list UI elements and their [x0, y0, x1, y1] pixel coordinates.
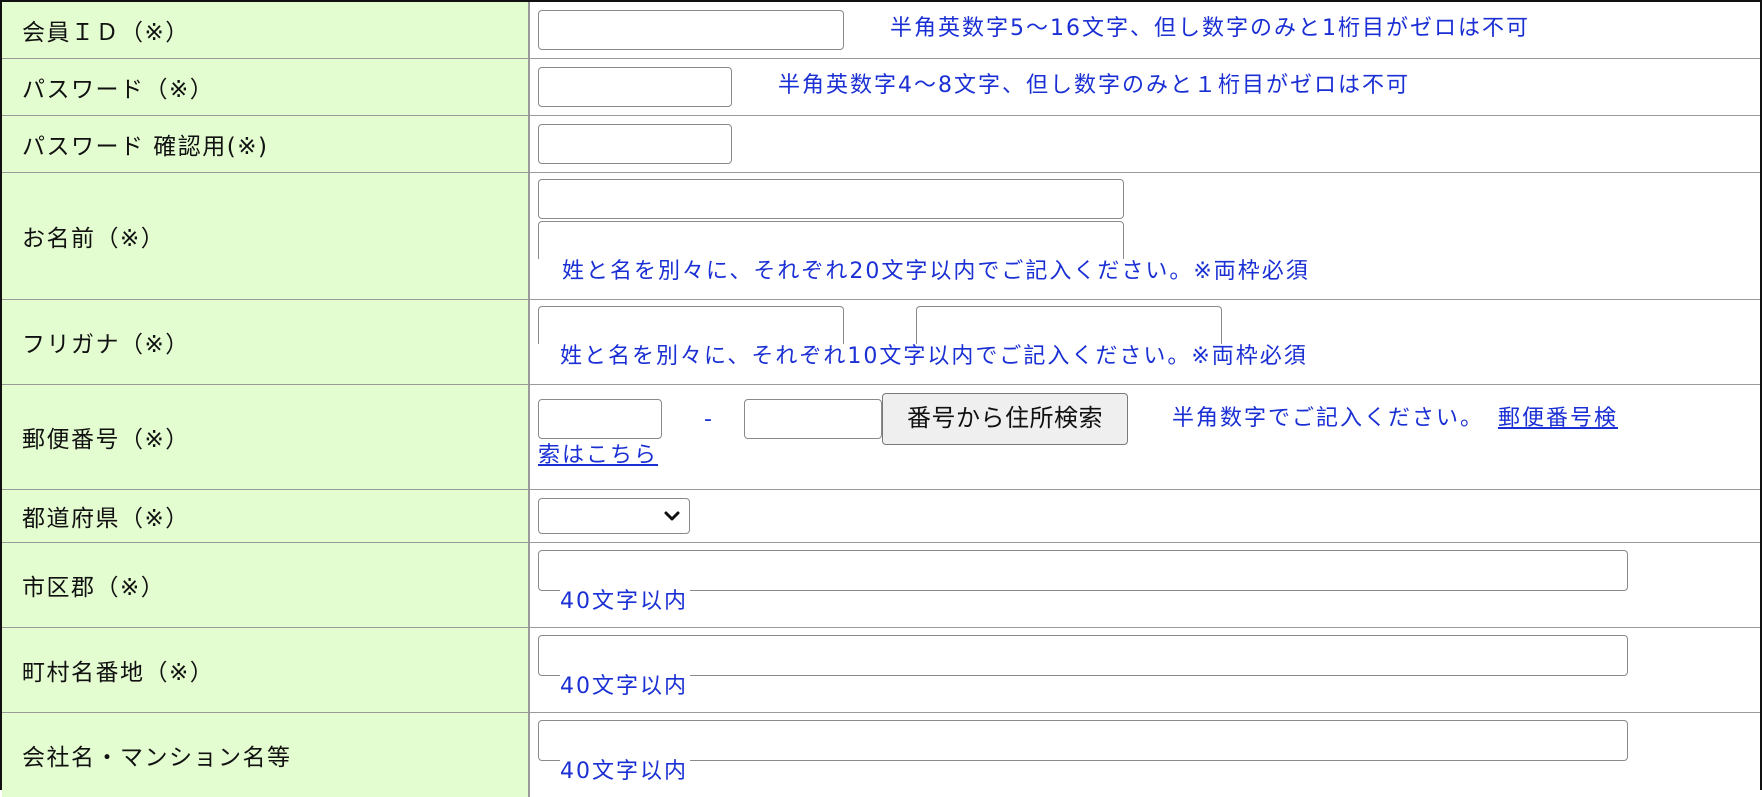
row-member-id: 会員ＩＤ（※） 半角英数字5～16文字、但し数字のみと1桁目がゼロは不可: [2, 2, 1760, 59]
name-hint: 姓と名を別々に、それぞれ20文字以内でご記入ください。※両枠必須: [560, 259, 1312, 285]
row-building: 会社名・マンション名等 40文字以内: [2, 713, 1760, 797]
password-input[interactable]: [538, 67, 732, 107]
row-prefecture: 都道府県（※）: [2, 490, 1760, 543]
name-cell: 姓と名を別々に、それぞれ20文字以内でご記入ください。※両枠必須: [529, 173, 1760, 300]
prefecture-select[interactable]: [538, 498, 690, 534]
city-input[interactable]: [538, 550, 1628, 591]
furigana-last-input[interactable]: [538, 306, 844, 344]
city-cell: 40文字以内: [529, 543, 1760, 628]
building-label: 会社名・マンション名等: [2, 713, 529, 797]
password-label: パスワード（※）: [2, 59, 529, 116]
row-password: パスワード（※） 半角英数字4～8文字、但し数字のみと１桁目がゼロは不可: [2, 59, 1760, 116]
chevron-down-icon: [663, 507, 681, 525]
row-name: お名前（※） 姓と名を別々に、それぞれ20文字以内でご記入ください。※両枠必須: [2, 173, 1760, 300]
row-furigana: フリガナ（※） 姓と名を別々に、それぞれ10文字以内でご記入ください。※両枠必須: [2, 300, 1760, 385]
building-hint: 40文字以内: [560, 759, 690, 785]
street-label: 町村名番地（※）: [2, 628, 529, 713]
city-hint: 40文字以内: [560, 589, 690, 615]
street-cell: 40文字以内: [529, 628, 1760, 713]
password-hint: 半角英数字4～8文字、但し数字のみと１桁目がゼロは不可: [778, 73, 1410, 99]
first-name-input[interactable]: [538, 221, 1124, 259]
row-postal-code: 郵便番号（※） - 番号から住所検索 半角数字でご記入ください。 郵便番号検索は…: [2, 385, 1760, 490]
row-street: 町村名番地（※） 40文字以内: [2, 628, 1760, 713]
city-label: 市区郡（※）: [2, 543, 529, 628]
postal-code-search-link[interactable]: 郵便番号検索はこちら: [538, 400, 1626, 474]
building-cell: 40文字以内: [529, 713, 1760, 797]
member-id-label: 会員ＩＤ（※）: [2, 2, 529, 59]
registration-table: 会員ＩＤ（※） 半角英数字5～16文字、但し数字のみと1桁目がゼロは不可 パスワ…: [2, 2, 1760, 797]
member-id-input[interactable]: [538, 10, 844, 50]
prefecture-label: 都道府県（※）: [2, 490, 529, 543]
building-input[interactable]: [538, 720, 1628, 761]
postal-code-cell: - 番号から住所検索 半角数字でご記入ください。 郵便番号検索はこちら: [529, 385, 1760, 490]
member-id-cell: 半角英数字5～16文字、但し数字のみと1桁目がゼロは不可: [529, 2, 1760, 59]
row-password-confirm: パスワード 確認用(※): [2, 116, 1760, 173]
postal-code-label: 郵便番号（※）: [2, 385, 529, 490]
prefecture-cell: [529, 490, 1760, 543]
password-confirm-input[interactable]: [538, 124, 732, 164]
last-name-input[interactable]: [538, 179, 1124, 219]
registration-form: 会員ＩＤ（※） 半角英数字5～16文字、但し数字のみと1桁目がゼロは不可 パスワ…: [0, 0, 1762, 790]
row-city: 市区郡（※） 40文字以内: [2, 543, 1760, 628]
furigana-label: フリガナ（※）: [2, 300, 529, 385]
password-cell: 半角英数字4～8文字、但し数字のみと１桁目がゼロは不可: [529, 59, 1760, 116]
member-id-hint: 半角英数字5～16文字、但し数字のみと1桁目がゼロは不可: [890, 16, 1530, 42]
furigana-hint: 姓と名を別々に、それぞれ10文字以内でご記入ください。※両枠必須: [560, 344, 1310, 370]
password-confirm-cell: [529, 116, 1760, 173]
street-hint: 40文字以内: [560, 674, 690, 700]
name-label: お名前（※）: [2, 173, 529, 300]
password-confirm-label: パスワード 確認用(※): [2, 116, 529, 173]
street-input[interactable]: [538, 635, 1628, 676]
furigana-first-input[interactable]: [916, 306, 1222, 344]
furigana-cell: 姓と名を別々に、それぞれ10文字以内でご記入ください。※両枠必須: [529, 300, 1760, 385]
